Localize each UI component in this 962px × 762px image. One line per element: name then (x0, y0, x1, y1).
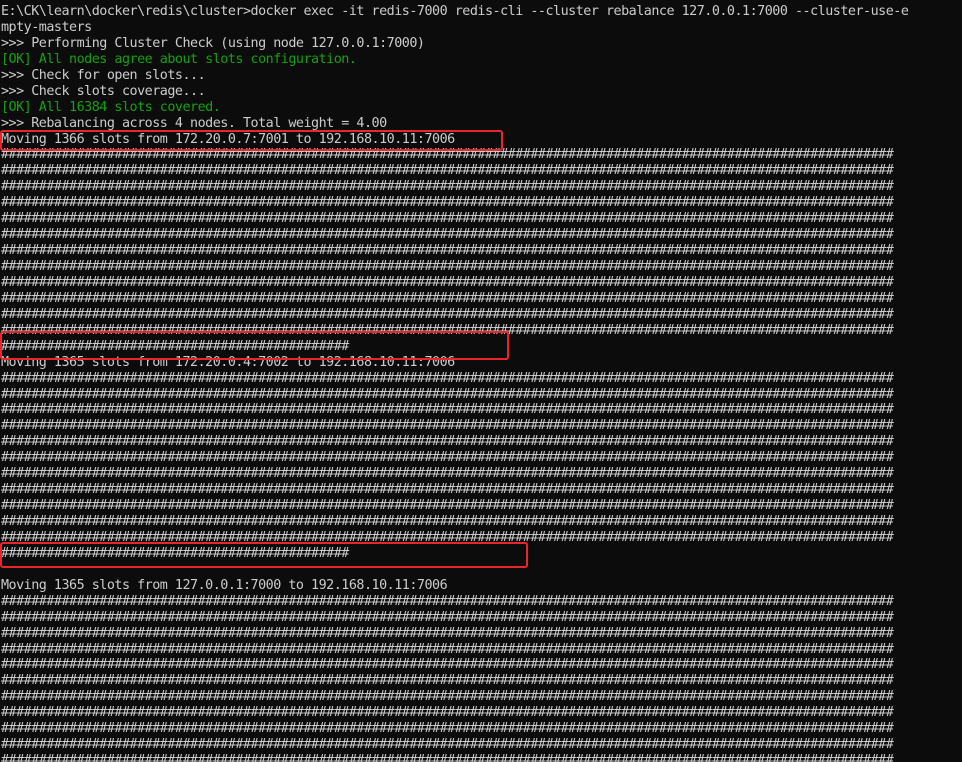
terminal-line: ########################################… (1, 641, 894, 657)
terminal-line: ########################################… (1, 147, 894, 163)
terminal-line: ########################################… (1, 529, 894, 545)
terminal-line: ########################################… (1, 466, 894, 482)
terminal-line: ########################################… (1, 545, 349, 561)
terminal-line: >>> Performing Cluster Check (using node… (1, 35, 425, 51)
terminal-line: ########################################… (1, 418, 894, 434)
terminal-line: ########################################… (1, 514, 894, 529)
terminal-line: ########################################… (1, 753, 894, 762)
terminal-line: ########################################… (1, 163, 894, 179)
terminal-line: ########################################… (1, 179, 894, 195)
terminal-line: ########################################… (1, 402, 894, 418)
terminal-line: ########################################… (1, 243, 894, 259)
terminal-window[interactable]: E:\CK\learn\docker\redis\cluster>docker … (0, 0, 962, 762)
move-slots-line: Moving 1365 slots from 127.0.0.1:7000 to… (1, 577, 448, 593)
terminal-line: ########################################… (1, 195, 894, 211)
terminal-line: ########################################… (1, 274, 894, 290)
terminal-line: ########################################… (1, 450, 894, 466)
terminal-line: ########################################… (1, 227, 894, 243)
terminal-line: >>> Check slots coverage... (1, 83, 206, 99)
terminal-line: ########################################… (1, 434, 894, 450)
terminal-line: ########################################… (1, 306, 894, 322)
terminal-line: ########################################… (1, 482, 894, 498)
terminal-line: ########################################… (1, 625, 894, 641)
terminal-line: ########################################… (1, 721, 894, 737)
terminal-line: ########################################… (1, 705, 894, 721)
terminal-line: mpty-masters (1, 19, 92, 35)
move-slots-line: Moving 1365 slots from 172.20.0.4:7002 t… (1, 354, 455, 370)
terminal-line: ########################################… (1, 498, 894, 514)
terminal-line: ########################################… (1, 593, 894, 609)
terminal-line: ########################################… (1, 386, 894, 402)
terminal-line: ########################################… (1, 370, 894, 386)
terminal-output: E:\CK\learn\docker\redis\cluster>docker … (0, 0, 962, 762)
terminal-line: ########################################… (1, 211, 894, 227)
terminal-line: ########################################… (1, 290, 894, 306)
terminal-line: ########################################… (1, 322, 894, 338)
terminal-line: ########################################… (1, 689, 894, 705)
terminal-line: ########################################… (1, 737, 894, 753)
move-slots-line: Moving 1366 slots from 172.20.0.7:7001 t… (1, 131, 455, 147)
terminal-line: [OK] All 16384 slots covered. (1, 99, 221, 115)
terminal-line: [OK] All nodes agree about slots configu… (1, 51, 357, 67)
terminal-line: ########################################… (1, 259, 894, 274)
terminal-line: >>> Rebalancing across 4 nodes. Total we… (1, 115, 387, 131)
terminal-line: ########################################… (1, 657, 894, 673)
terminal-line: >>> Check for open slots... (1, 67, 206, 83)
terminal-line: ########################################… (1, 609, 894, 625)
terminal-line: ########################################… (1, 673, 894, 689)
terminal-line: ########################################… (1, 338, 349, 354)
terminal-line: E:\CK\learn\docker\redis\cluster>docker … (1, 4, 909, 19)
